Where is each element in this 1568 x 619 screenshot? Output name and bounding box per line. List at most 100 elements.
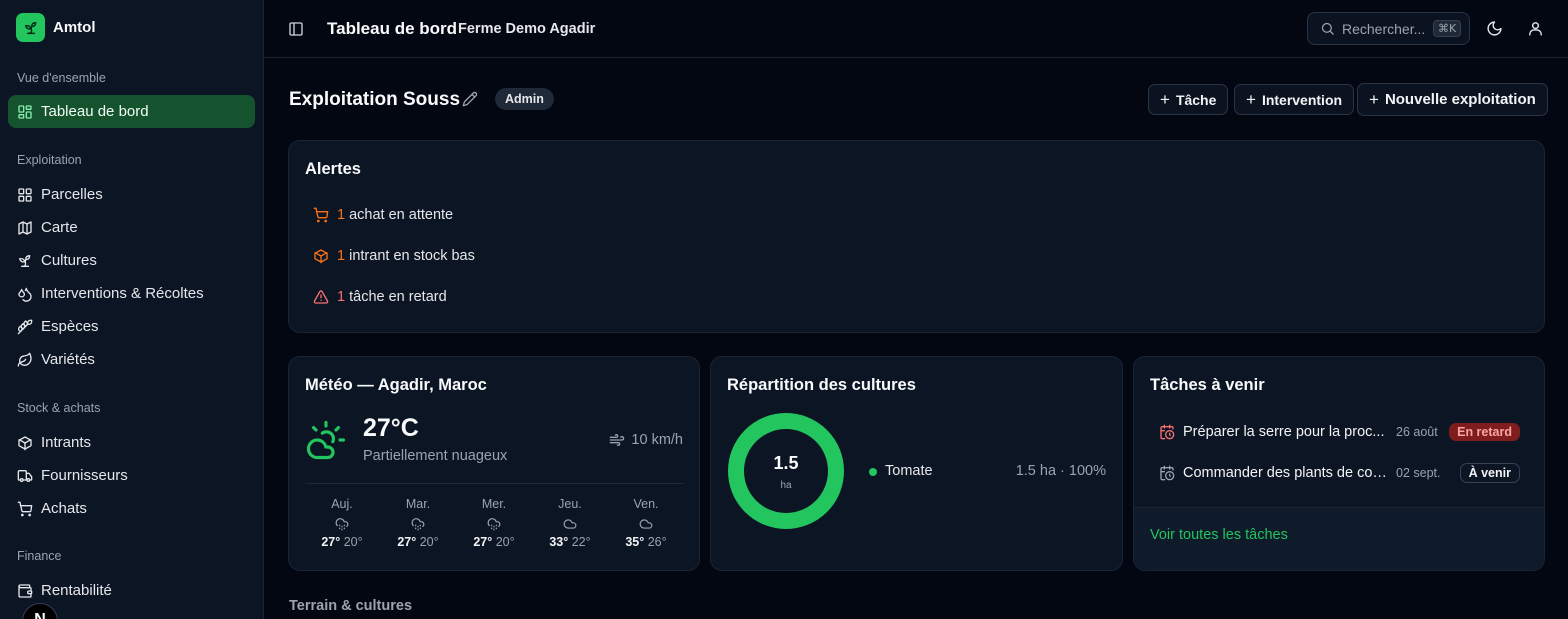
sidebar-item-label: Espèces [41, 318, 99, 335]
sidebar-item-label: Carte [41, 219, 78, 236]
crops-total: 1.5 [773, 453, 799, 473]
sidebar-item-label: Intrants [41, 434, 92, 451]
nav-section-finance: Finance [17, 549, 62, 563]
sidebar-item-label: Tableau de bord [41, 103, 149, 120]
plus-icon: + [1160, 90, 1170, 109]
alerts-card: Alertes 1 achat en attente 1 intrant en … [288, 140, 1545, 333]
sidebar-item-rentabilite[interactable]: Rentabilité [8, 574, 255, 607]
grid-icon [18, 187, 32, 202]
cart-icon [17, 501, 33, 516]
sidebar-toggle-icon[interactable] [288, 21, 304, 37]
wind-icon [610, 434, 625, 446]
nav-section-overview: Vue d'ensemble [17, 71, 106, 85]
cloud-drizzle-icon [487, 518, 501, 531]
brand[interactable]: Amtol [16, 13, 96, 42]
moon-icon[interactable] [1486, 20, 1503, 37]
new-farm-button[interactable]: + Nouvelle exploitation [1357, 83, 1548, 116]
sidebar-item-label: Fournisseurs [41, 467, 128, 484]
nav-section-stock: Stock & achats [17, 401, 101, 415]
sidebar-item-label: Interventions & Récoltes [41, 285, 204, 302]
current-temperature: 27°C [363, 414, 419, 442]
sidebar: Amtol Vue d'ensemble Tableau de bord Exp… [0, 0, 264, 619]
cloud-icon [563, 519, 577, 529]
tasks-title: Tâches à venir [1150, 376, 1265, 394]
tasks-footer: Voir toutes les tâches [1134, 507, 1544, 570]
forecast-day: Auj. 27° 20° [321, 497, 363, 549]
map-icon [18, 220, 32, 235]
add-intervention-button[interactable]: + Intervention [1234, 84, 1355, 115]
nav-section-exploitation: Exploitation [17, 153, 82, 167]
status-badge: En retard [1449, 423, 1520, 441]
calendar-clock-icon [1160, 465, 1175, 481]
sidebar-item-label: Rentabilité [41, 582, 112, 599]
sidebar-item-carte[interactable]: Carte [8, 211, 255, 244]
forecast-day: Jeu. 33° 22° [549, 497, 591, 549]
sidebar-item-label: Parcelles [41, 186, 103, 203]
crops-title: Répartition des cultures [727, 376, 916, 394]
sidebar-item-interventions[interactable]: Interventions & Récoltes [8, 277, 255, 310]
section-terrain-title: Terrain & cultures [289, 598, 413, 614]
divider [305, 483, 683, 484]
droplets-icon [18, 287, 32, 302]
weather-card: Météo — Agadir, Maroc 27°C Partiellement… [288, 356, 700, 571]
plus-icon: + [1246, 90, 1256, 109]
alert-low-stock[interactable]: 1 intrant en stock bas [313, 248, 475, 264]
cloud-drizzle-icon [335, 518, 349, 531]
sidebar-item-intrants[interactable]: Intrants [8, 426, 255, 459]
plus-icon: + [1369, 90, 1379, 109]
status-badge: À venir [1459, 463, 1520, 483]
role-badge: Admin [495, 88, 554, 110]
alerts-title: Alertes [305, 160, 361, 178]
task-row[interactable]: Préparer la serre pour la proc... 26 aoû… [1159, 421, 1520, 443]
sidebar-item-parcelles[interactable]: Parcelles [8, 178, 255, 211]
legend-crop-value: 1.5 ha · 100% [1015, 463, 1106, 479]
alert-triangle-icon [313, 290, 329, 304]
page-title: Tableau de bord [327, 19, 458, 38]
search-shortcut: ⌘K [1433, 20, 1462, 37]
sprout-logo-icon [16, 13, 45, 42]
search-box[interactable]: ⌘K [1307, 12, 1470, 45]
cloud-sun-icon [306, 420, 346, 460]
wallet-icon [18, 583, 33, 598]
alert-overdue-task[interactable]: 1 tâche en retard [313, 289, 447, 305]
cloud-icon [639, 519, 653, 529]
package-icon [18, 435, 32, 450]
task-date: 02 sept. [1396, 466, 1441, 480]
sidebar-item-varietes[interactable]: Variétés [8, 343, 255, 376]
view-all-tasks-link[interactable]: Voir toutes les tâches [1150, 527, 1288, 543]
legend-dot [869, 468, 877, 476]
alert-pending-purchase[interactable]: 1 achat en attente [313, 207, 453, 223]
crops-card: Répartition des cultures 1.5 ha Tomate 1… [710, 356, 1123, 571]
user-icon[interactable] [1527, 20, 1544, 37]
legend-crop-name: Tomate [885, 463, 933, 479]
sidebar-item-dashboard[interactable]: Tableau de bord [8, 95, 255, 128]
package-icon [314, 249, 328, 264]
sidebar-item-cultures[interactable]: Cultures [8, 244, 255, 277]
truck-icon [17, 469, 33, 482]
cart-icon [313, 207, 329, 223]
sprout-icon [19, 254, 31, 267]
wind-speed: 10 km/h [609, 432, 683, 448]
farm-title: Exploitation Souss [289, 89, 461, 110]
leaf-icon [17, 352, 32, 367]
app-name: Amtol [53, 19, 96, 36]
tasks-card: Tâches à venir Préparer la serre pour la… [1133, 356, 1545, 571]
sidebar-item-label: Variétés [41, 351, 95, 368]
add-task-button[interactable]: + Tâche [1148, 84, 1229, 115]
forecast-day: Mer. 27° 20° [473, 497, 515, 549]
farm-selector[interactable]: Ferme Demo Agadir [458, 21, 595, 37]
crops-unit: ha [780, 480, 792, 491]
sidebar-item-especes[interactable]: Espèces [8, 310, 255, 343]
sidebar-item-label: Cultures [41, 252, 97, 269]
task-name: Commander des plants de cou... [1183, 465, 1388, 481]
layout-dashboard-icon [18, 104, 32, 119]
pencil-icon[interactable] [462, 91, 478, 107]
sidebar-item-fournisseurs[interactable]: Fournisseurs [8, 459, 255, 492]
forecast-day: Mar. 27° 20° [397, 497, 439, 549]
search-input[interactable] [1342, 20, 1426, 37]
calendar-clock-icon [1160, 424, 1175, 440]
task-row[interactable]: Commander des plants de cou... 02 sept. … [1159, 462, 1520, 484]
task-name: Préparer la serre pour la proc... [1183, 424, 1385, 440]
search-icon [1321, 22, 1334, 35]
sidebar-item-achats[interactable]: Achats [8, 492, 255, 525]
